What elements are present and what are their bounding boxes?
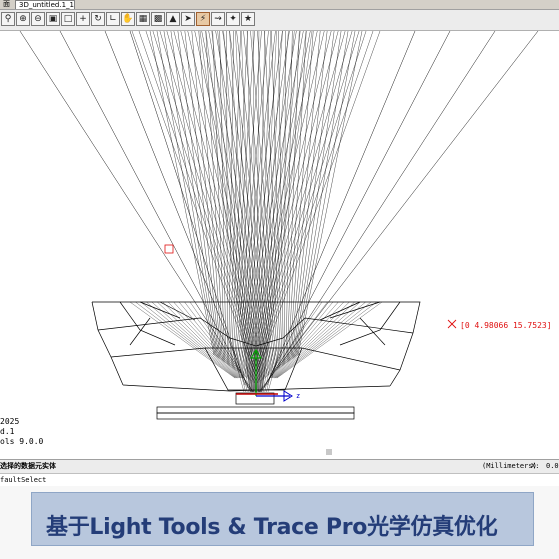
section-icon[interactable]: ▦ [136, 12, 150, 26]
ray-fan [19, 31, 539, 393]
rotate-icon[interactable]: ↻ [91, 12, 105, 26]
ray-filter-icon[interactable]: ✦ [226, 12, 240, 26]
raise-icon[interactable]: ▲ [166, 12, 180, 26]
trace-rays-icon[interactable]: ⇝ [211, 12, 225, 26]
command-text: faultSelect [0, 476, 47, 484]
ray-icon[interactable]: ⚡ [196, 12, 210, 26]
zoom-window-icon[interactable]: ⚲ [1, 12, 15, 26]
zoom-all-icon[interactable]: ▣ [46, 12, 60, 26]
tab-3d-untitled[interactable]: 3D_untitled.1_1 [15, 0, 75, 9]
ray [263, 31, 451, 389]
x-value: 0.00 [546, 462, 559, 470]
ray [208, 31, 272, 374]
ray [252, 31, 374, 383]
ray [261, 31, 307, 393]
ray [104, 31, 249, 389]
ray [232, 31, 255, 368]
ray [205, 31, 251, 393]
ray [272, 301, 350, 379]
optical-scene: z [19, 31, 539, 455]
units-label: (Millimeters) [482, 462, 537, 470]
info-line-model: d.1 [0, 427, 15, 436]
ray [240, 31, 304, 374]
ray [274, 301, 366, 379]
ray-display-icon[interactable]: ★ [241, 12, 255, 26]
coordinate-readout: [0 4.98066 15.7523] [460, 321, 552, 330]
ray [19, 31, 254, 393]
info-line-version: ols 9.0.0 [0, 437, 44, 446]
ray [284, 31, 286, 365]
selection-marker[interactable] [164, 244, 174, 254]
ray [257, 31, 280, 368]
ray [226, 31, 228, 365]
title-banner: 基于Light Tools & Trace Pro光学仿真优化 [31, 492, 534, 546]
ray [140, 301, 237, 379]
grid-icon[interactable]: ▩ [151, 12, 165, 26]
ray [258, 31, 539, 393]
info-line-year: 2025 [0, 417, 20, 426]
zoom-in-icon[interactable]: ⊕ [16, 12, 30, 26]
ray [166, 31, 265, 379]
box-icon[interactable]: □ [61, 12, 75, 26]
status-message: 选择的数据元实体 [0, 462, 56, 470]
ray [259, 31, 295, 393]
3d-model-viewport[interactable]: z [0 4.98066 15.7523] 2025 d.1 ols 9.0.0 [0, 31, 559, 456]
ray [247, 31, 346, 379]
ray [261, 31, 496, 391]
base-plates [156, 392, 355, 420]
pointer-icon[interactable]: ➤ [181, 12, 195, 26]
document-tab-strip: 面 3D_untitled.1_1 [0, 0, 559, 10]
ray [275, 301, 372, 379]
ray [252, 31, 256, 393]
ray [201, 31, 271, 375]
ray [162, 301, 240, 379]
ray [276, 301, 377, 379]
ray [241, 31, 311, 375]
x-label: X: [531, 462, 540, 470]
zoom-out-icon[interactable]: ⊖ [31, 12, 45, 26]
ray [205, 31, 224, 362]
ray [217, 31, 253, 393]
tab-left-partial[interactable]: 面 [0, 0, 13, 9]
scroll-handle[interactable] [326, 449, 332, 455]
command-line[interactable]: faultSelect [0, 473, 559, 487]
ray [138, 31, 260, 383]
ray [259, 347, 265, 393]
view-toolbar: ⚲ ⊕ ⊖ ▣ □ + ↻ ∟ ✋ ▦ ▩ ▲ ➤ ⚡ ⇝ ✦ ★ [0, 10, 559, 31]
ray [297, 31, 363, 356]
cursor-cross-icon [447, 319, 457, 329]
ray [173, 31, 266, 378]
ray [135, 301, 236, 379]
ray [256, 31, 260, 393]
banner-title: 基于Light Tools & Trace Pro光学仿真优化 [46, 515, 498, 540]
axes-icon[interactable]: ∟ [106, 12, 120, 26]
plus-icon[interactable]: + [76, 12, 90, 26]
status-bar: 选择的数据元实体 (Millimeters) X: 0.00 [0, 459, 559, 473]
ray [276, 301, 383, 379]
ray [149, 31, 215, 356]
ray [246, 31, 339, 378]
axis-label-z: z [296, 392, 300, 400]
hand-icon[interactable]: ✋ [121, 12, 135, 26]
